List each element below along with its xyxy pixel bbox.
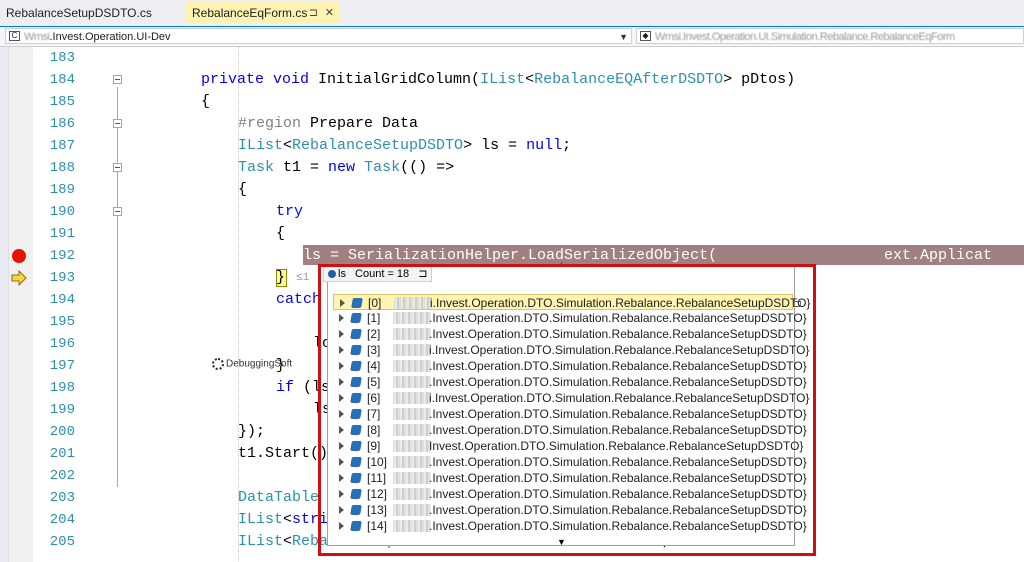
line-number: 195 bbox=[49, 314, 75, 330]
line-number: 205 bbox=[49, 534, 75, 550]
type-name: Wmsi.Invest.Operation.UI.Simulation.Reba… bbox=[655, 31, 955, 43]
code-line: 184 private void InitialGridColumn(IList… bbox=[0, 69, 1024, 91]
navigation-bar: C Wmsi.Invest.Operation.UI-Dev ▼ ◆ Wmsi.… bbox=[0, 27, 1024, 47]
line-number: 200 bbox=[49, 424, 75, 440]
code-text: private void InitialGridColumn(IList<Reb… bbox=[201, 71, 796, 88]
type-dropdown[interactable]: ◆ Wmsi.Invest.Operation.UI.Simulation.Re… bbox=[636, 28, 1024, 44]
chevron-down-icon[interactable]: ▼ bbox=[619, 29, 628, 43]
line-number: 192 bbox=[49, 248, 75, 264]
code-text: { bbox=[238, 181, 248, 198]
tab-rebalance-setup-dsdto[interactable]: RebalanceSetupDSDTO.cs bbox=[0, 2, 184, 24]
line-number: 189 bbox=[49, 182, 75, 198]
code-text: { bbox=[276, 225, 286, 242]
class-icon: ◆ bbox=[640, 31, 651, 41]
code-line: 187 IList<RebalanceSetupDSDTO> ls = null… bbox=[0, 135, 1024, 157]
line-number: 202 bbox=[49, 468, 75, 484]
current-statement-arrow-icon bbox=[11, 270, 27, 286]
highlight-box bbox=[318, 264, 816, 556]
line-number: 185 bbox=[49, 94, 75, 110]
line-number: 186 bbox=[49, 116, 75, 132]
code-text: IList<RebalanceSetupDSDTO> ls = null; bbox=[238, 137, 572, 154]
breakpoint-icon[interactable] bbox=[12, 249, 26, 263]
code-line: 186 #region Prepare Data bbox=[0, 113, 1024, 135]
line-number: 198 bbox=[49, 380, 75, 396]
line-number: 188 bbox=[49, 160, 75, 176]
close-tab-icon[interactable]: ✕ bbox=[325, 2, 334, 24]
line-number: 196 bbox=[49, 336, 75, 352]
line-number: 194 bbox=[49, 292, 75, 308]
line-number: 203 bbox=[49, 490, 75, 506]
code-text: } bbox=[276, 269, 286, 286]
document-tab-bar: RebalanceSetupDSDTO.cs RebalanceEqForm.c… bbox=[0, 0, 1024, 27]
project-prefix: Wmsi bbox=[24, 31, 50, 43]
line-number: 201 bbox=[49, 446, 75, 462]
collapse-icon[interactable] bbox=[113, 119, 122, 128]
line-number: 184 bbox=[49, 72, 75, 88]
code-line: 191 { bbox=[0, 223, 1024, 245]
collapse-icon[interactable] bbox=[113, 163, 122, 172]
collapse-icon[interactable] bbox=[113, 75, 122, 84]
tab-label: RebalanceEqForm.cs bbox=[192, 6, 308, 20]
line-number: 204 bbox=[49, 512, 75, 528]
code-line: 189 { bbox=[0, 179, 1024, 201]
project-dropdown[interactable]: C Wmsi.Invest.Operation.UI-Dev ▼ bbox=[5, 28, 632, 44]
code-text: DataTable bbox=[238, 489, 320, 506]
pin-tab-icon[interactable]: ⊐ bbox=[309, 2, 318, 24]
code-text: try bbox=[276, 203, 304, 220]
code-text: }); bbox=[238, 423, 266, 440]
code-line: 190 try bbox=[0, 201, 1024, 223]
code-line: 183 bbox=[0, 47, 1024, 69]
line-number: 183 bbox=[49, 50, 75, 66]
watermark-logo: DebuggingSoft bbox=[212, 358, 292, 370]
code-text: { bbox=[201, 93, 211, 110]
line-number: 193 bbox=[49, 270, 75, 286]
code-text: catch bbox=[276, 291, 322, 308]
gear-icon bbox=[212, 358, 224, 370]
line-number: 191 bbox=[49, 226, 75, 242]
line-number: 190 bbox=[49, 204, 75, 220]
line-number: 187 bbox=[49, 138, 75, 154]
code-line: 188 Task t1 = new Task(() => bbox=[0, 157, 1024, 179]
csharp-project-icon: C bbox=[9, 31, 20, 41]
code-text: t1.Start() bbox=[238, 445, 329, 462]
collapse-icon[interactable] bbox=[113, 207, 122, 216]
line-number: 197 bbox=[49, 358, 75, 374]
code-text: IList<stri bbox=[238, 511, 329, 528]
tab-rebalance-eq-form[interactable]: RebalanceEqForm.cs ⊐ ✕ bbox=[186, 2, 340, 24]
line-number: 199 bbox=[49, 402, 75, 418]
code-text-tail: ext.Applicat bbox=[884, 247, 993, 264]
code-line: 185 { bbox=[0, 91, 1024, 113]
perf-tip: ≤1 bbox=[296, 272, 310, 284]
code-text: #region Prepare Data bbox=[238, 115, 419, 132]
project-name: .Invest.Operation.UI-Dev bbox=[49, 31, 171, 43]
code-text: Task t1 = new Task(() => bbox=[238, 159, 455, 176]
